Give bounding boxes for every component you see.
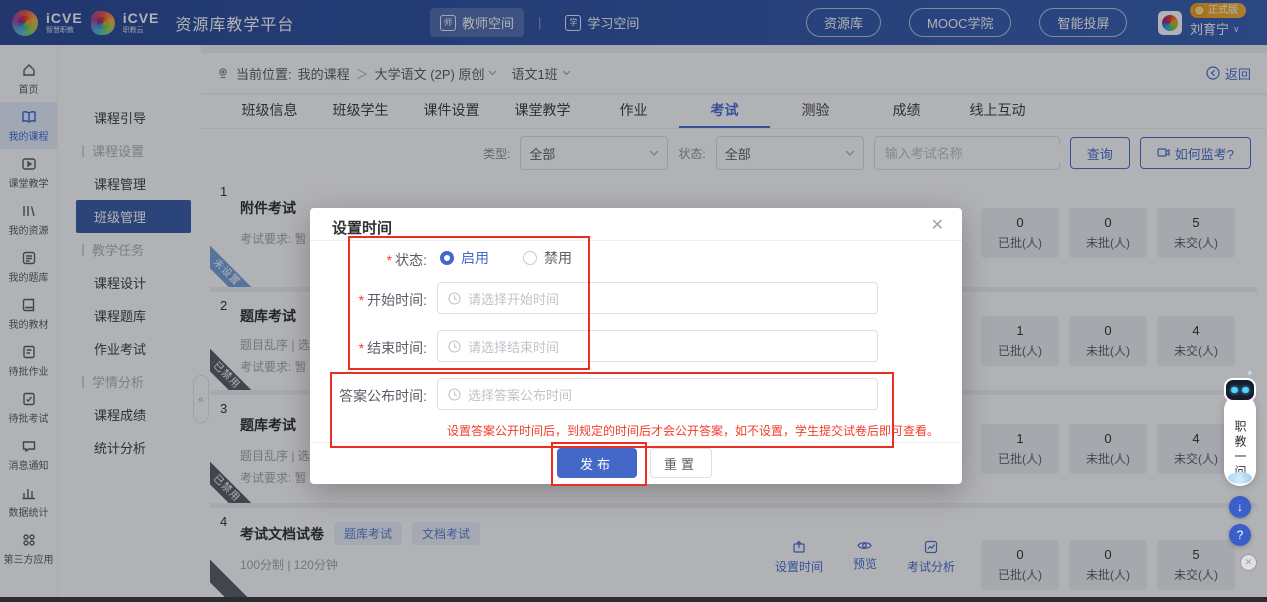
end-time-placeholder: 请选择结束时间 (468, 337, 559, 356)
status-radio-group: 启用 禁用 (440, 248, 572, 268)
start-time-input[interactable]: 请选择开始时间 (437, 282, 878, 314)
dialog-footer-divider (310, 442, 962, 443)
radio-enabled[interactable]: 启用 (440, 248, 489, 268)
assistant-close-icon[interactable]: ✕ (1240, 554, 1257, 571)
dialog-title: 设置时间 (332, 217, 392, 238)
clock-icon (448, 340, 461, 353)
radio-dot (440, 251, 454, 265)
download-float-button[interactable]: ↓ (1229, 496, 1251, 518)
robot-icon[interactable] (1224, 378, 1256, 402)
radio-disabled[interactable]: 禁用 (523, 248, 572, 268)
clock-icon (448, 292, 461, 305)
robot-eye (1242, 387, 1249, 393)
end-time-input[interactable]: 请选择结束时间 (437, 330, 878, 362)
answer-time-input[interactable]: 选择答案公布时间 (437, 378, 878, 410)
answer-time-placeholder: 选择答案公布时间 (468, 385, 572, 404)
dialog-header-divider (310, 240, 962, 241)
start-time-placeholder: 请选择开始时间 (468, 289, 559, 308)
set-time-dialog: 设置时间 ✕ 状态: 启用 禁用 开始时间: 请选择开始时间 结束时间: 请选择… (310, 208, 962, 484)
assistant-pill[interactable]: 职教一问 (1224, 394, 1256, 486)
end-time-label: 结束时间: (320, 338, 427, 358)
status-field-label: 状态: (320, 250, 427, 270)
clock-icon (448, 388, 461, 401)
assistant-name: 职教一问 (1234, 420, 1246, 486)
radio-dot (523, 251, 537, 265)
answer-time-label: 答案公布时间: (320, 386, 427, 406)
publish-button[interactable]: 发布 (557, 448, 637, 478)
help-float-button[interactable]: ? (1229, 524, 1251, 546)
robot-eye (1231, 387, 1238, 393)
close-icon[interactable]: ✕ (931, 215, 944, 235)
start-time-label: 开始时间: (320, 290, 427, 310)
answer-time-helper-text: 设置答案公开时间后，到规定的时间后才会公开答案，如不设置，学生提交试卷后即可查看… (447, 422, 939, 439)
reset-button[interactable]: 重置 (650, 448, 712, 478)
